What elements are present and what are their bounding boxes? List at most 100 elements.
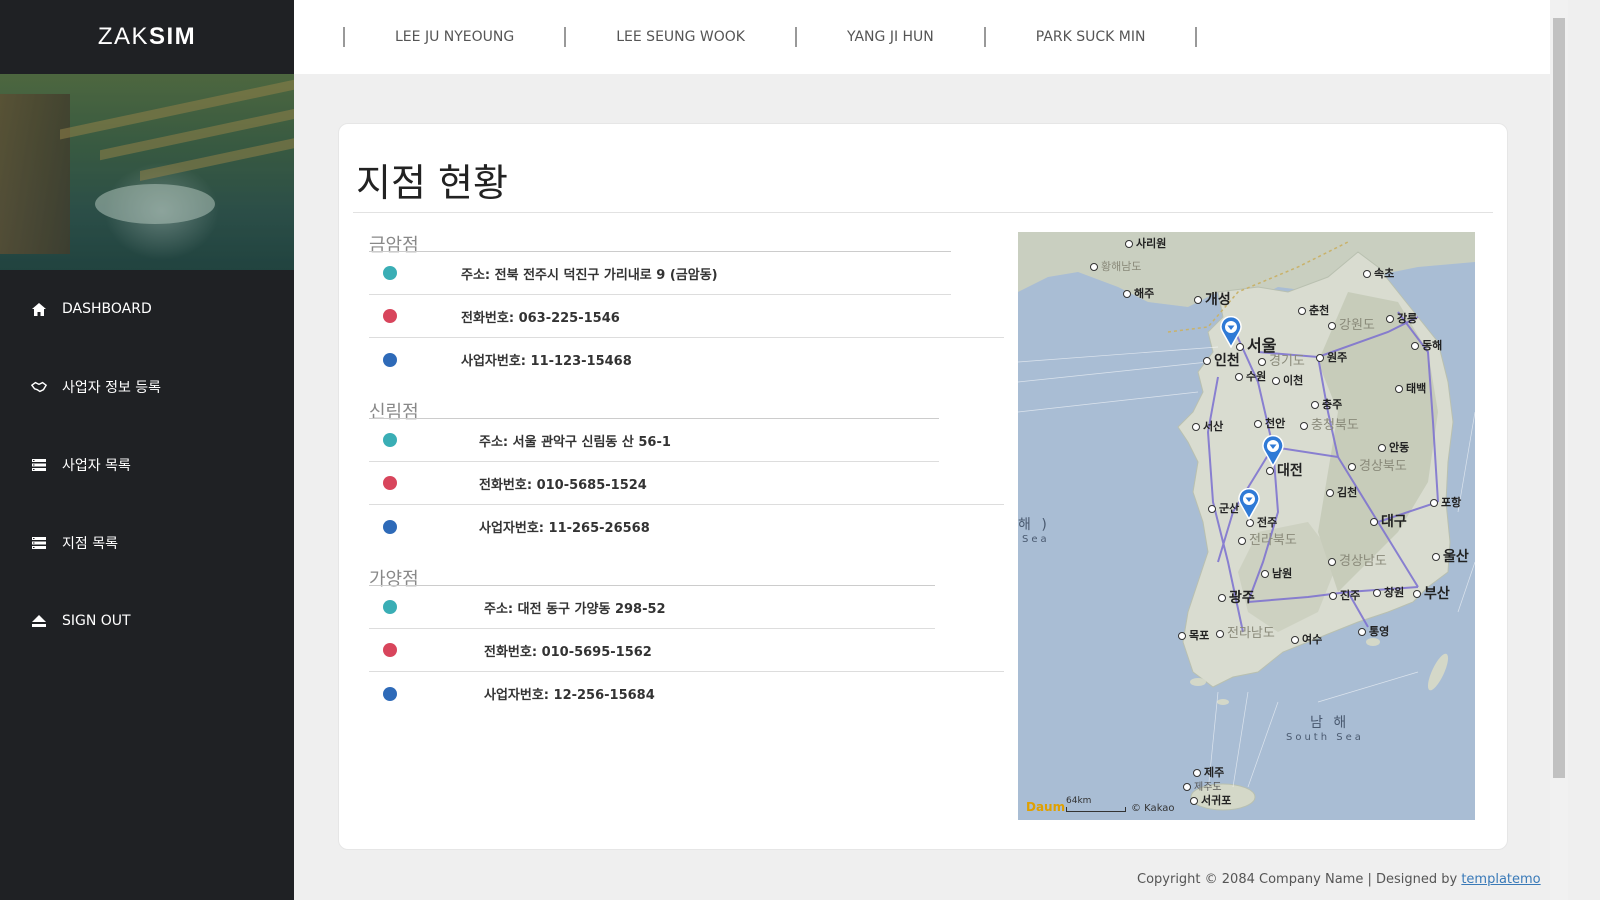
branch-business-no: 사업자번호: 11-123-15468 [461, 354, 632, 369]
map-sea-label: Sea [1022, 534, 1050, 545]
list-icon [31, 535, 47, 551]
map-label: 포항 [1430, 494, 1461, 510]
sidebar-item-label: 사업자 정보 등록 [62, 380, 162, 396]
top-nav-link[interactable]: PARK SUCK MIN [986, 29, 1196, 45]
map-label: 안동 [1378, 439, 1409, 455]
map-label: 전라남도 [1216, 622, 1275, 641]
map-label: 강원도 [1328, 314, 1375, 333]
branch-address: 주소: 전북 전주시 덕진구 가리내로 9 (금암동) [461, 267, 718, 283]
map-label: 대구 [1370, 511, 1407, 531]
nav-divider [1195, 27, 1198, 47]
branch-phone-row: 전화번호: 010-5685-1524 [369, 462, 1004, 505]
footer-text: Copyright © 2084 Company Name | Designed… [1137, 872, 1462, 887]
business-dot [383, 686, 397, 701]
map-label: 경상남도 [1328, 550, 1387, 569]
footer-link[interactable]: templatemo [1461, 872, 1540, 887]
map-provider-logo[interactable]: Daum [1026, 800, 1065, 814]
phone-dot [383, 643, 397, 657]
branch-status-card: 지점 현황 금암점 주소: 전북 전주시 덕진구 가리내로 9 (금암동) 전화… [338, 123, 1508, 850]
business-dot [383, 352, 397, 367]
top-nav-link[interactable]: YANG JI HUN [797, 29, 984, 45]
map-label: 군산 [1208, 500, 1239, 516]
branch-address: 주소: 서울 관악구 신림동 산 56-1 [479, 434, 671, 450]
map-label: 수원 [1235, 368, 1266, 384]
handshake-icon [31, 379, 47, 395]
phone-dot [383, 309, 397, 323]
map-label: 황해남도 [1090, 258, 1141, 274]
map-label: 해주 [1123, 285, 1154, 301]
map-label: 진주 [1329, 587, 1360, 603]
map-label: 강릉 [1386, 310, 1417, 326]
map-sea-label: South Sea [1286, 732, 1364, 743]
brand-logo[interactable]: ZAK SIM [0, 0, 294, 74]
top-nav-link[interactable]: LEE SEUNG WOOK [566, 29, 795, 45]
map-label: 통영 [1358, 623, 1389, 639]
branch-phone: 전화번호: 010-5685-1524 [479, 477, 647, 493]
branch-marker-icon[interactable] [1237, 488, 1261, 520]
sidebar-item-label: DASHBOARD [62, 301, 152, 317]
sidebar-item-branch-list[interactable]: 지점 목록 [0, 504, 294, 582]
scrollbar-thumb[interactable] [1553, 18, 1565, 778]
map-sea-label: 해 ) [1018, 517, 1050, 533]
map-sea-label: 남 해 [1310, 715, 1350, 731]
list-icon [31, 457, 47, 473]
map-label: 태백 [1395, 380, 1426, 396]
map-label: 원주 [1316, 349, 1347, 365]
branch-phone: 전화번호: 010-5695-1562 [484, 644, 652, 660]
branch-address-row: 주소: 전북 전주시 덕진구 가리내로 9 (금암동) [369, 252, 951, 295]
brand-light: ZAK [97, 23, 149, 50]
map-label: 천안 [1254, 415, 1285, 431]
address-dot [383, 600, 397, 614]
branch-phone-row: 전화번호: 063-225-1546 [369, 295, 1004, 338]
map-label: 남원 [1261, 565, 1292, 581]
branch-phone: 전화번호: 063-225-1546 [461, 310, 620, 326]
branch-address-row: 주소: 서울 관악구 신림동 산 56-1 [369, 419, 939, 462]
branch-business-no: 사업자번호: 11-265-26568 [479, 521, 650, 536]
address-dot [383, 266, 397, 280]
map-label: 전라북도 [1238, 529, 1297, 548]
sidebar-item-label: 지점 목록 [62, 536, 118, 552]
eject-icon [31, 613, 47, 629]
page-title: 지점 현황 [356, 161, 508, 205]
map-scale: 64km [1066, 796, 1126, 812]
sidebar-item-sign-out[interactable]: SIGN OUT [0, 582, 294, 660]
map-label: 인천 [1203, 350, 1240, 370]
branch-address: 주소: 대전 동구 가양동 298-52 [484, 601, 666, 617]
home-icon [31, 301, 47, 317]
map-label: 충청북도 [1300, 414, 1359, 433]
brand-bold: SIM [149, 23, 197, 50]
map-label: 춘천 [1298, 302, 1329, 318]
business-dot [383, 519, 397, 534]
map-label: 경상북도 [1348, 455, 1407, 474]
sidebar-item-dashboard[interactable]: DASHBOARD [0, 270, 294, 348]
map-label: 개성 [1194, 289, 1231, 309]
branch-phone-row: 전화번호: 010-5695-1562 [369, 629, 1004, 672]
map-scale-label: 64km [1066, 796, 1092, 806]
sidebar-nav: DASHBOARD 사업자 정보 등록 사업자 목록 지점 목록 SIGN OU… [0, 270, 294, 660]
map-label: 울산 [1432, 546, 1469, 566]
footer: Copyright © 2084 Company Name | Designed… [1137, 872, 1541, 887]
branch-marker-icon[interactable] [1219, 316, 1243, 348]
map-label: 속초 [1363, 265, 1394, 281]
divider [353, 212, 1493, 213]
page-scrollbar[interactable] [1550, 0, 1568, 900]
branch-business-row: 사업자번호: 11-265-26568 [369, 505, 1004, 548]
sidebar-item-business-list[interactable]: 사업자 목록 [0, 426, 294, 504]
map-label: 경기도 [1258, 350, 1305, 369]
map-label: 서귀포 [1190, 792, 1231, 808]
top-nav-link[interactable]: LEE JU NYEOUNG [345, 29, 564, 45]
phone-dot [383, 476, 397, 490]
map-label: 여수 [1291, 631, 1322, 647]
branch-address-row: 주소: 대전 동구 가양동 298-52 [369, 586, 935, 629]
top-nav: LEE JU NYEOUNG LEE SEUNG WOOK YANG JI HU… [294, 0, 1550, 74]
map-label: 목포 [1178, 627, 1209, 643]
branch-business-row: 사업자번호: 12-256-15684 [369, 672, 1004, 715]
map-label: 이천 [1272, 372, 1303, 388]
sidebar: ZAK SIM DASHBOARD 사업자 정보 등록 사업자 목록 지점 목록… [0, 0, 294, 900]
map-label: 제주도 [1183, 778, 1222, 793]
branch-marker-icon[interactable] [1261, 435, 1285, 467]
sidebar-item-register[interactable]: 사업자 정보 등록 [0, 348, 294, 426]
branch-map[interactable]: 사리원 황해남도 해주 개성 춘천 속초 강릉 강원도 동해 서울 인천 경기도… [1018, 232, 1475, 820]
map-label: 동해 [1411, 337, 1442, 353]
sidebar-item-label: SIGN OUT [62, 613, 131, 629]
